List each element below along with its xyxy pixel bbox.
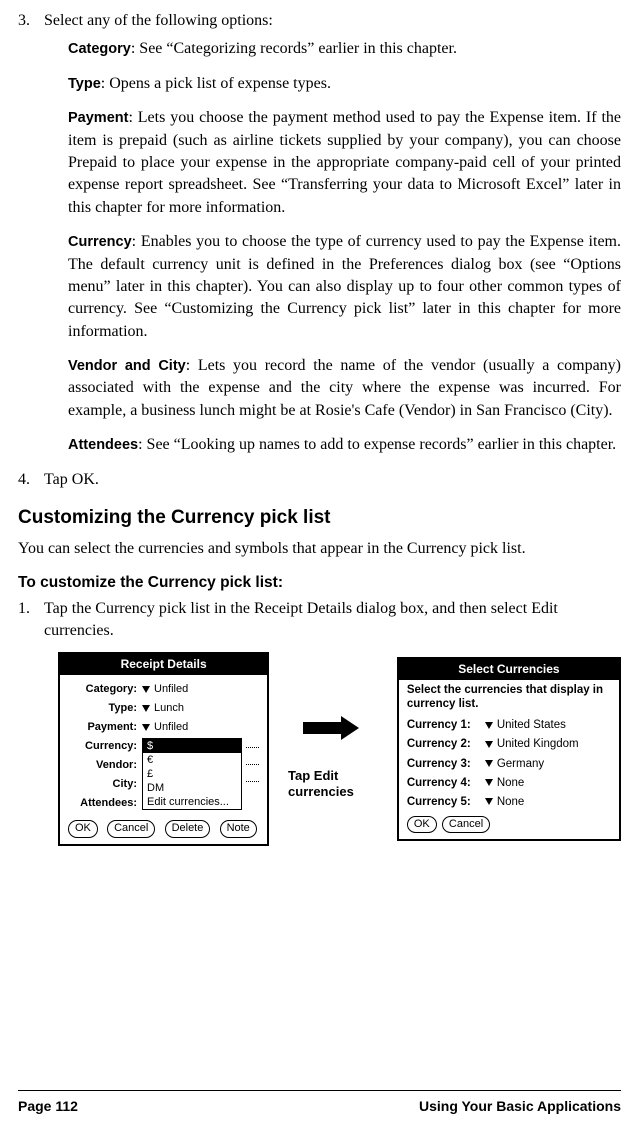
def-text: : Lets you choose the payment method use…	[68, 109, 621, 216]
picklist-item-edit[interactable]: Edit currencies...	[143, 795, 241, 809]
subsection-heading: To customize the Currency pick list:	[18, 572, 621, 594]
field-payment[interactable]: Payment: Unfiled	[68, 719, 259, 736]
dropdown-arrow-icon	[485, 722, 493, 729]
dropdown-arrow-icon	[485, 760, 493, 767]
def-vendor-city: Vendor and City: Lets you record the nam…	[68, 355, 621, 422]
value: Unfiled	[154, 720, 188, 735]
step-text: Tap OK.	[44, 469, 621, 491]
term: Attendees	[68, 437, 138, 453]
select-currencies-dialog: Select Currencies Select the currencies …	[397, 657, 621, 841]
cancel-button[interactable]: Cancel	[107, 820, 155, 837]
dropdown-arrow-icon	[485, 741, 493, 748]
receipt-details-dialog: Receipt Details Category: Unfiled Type: …	[58, 652, 269, 845]
section-intro: You can select the currencies and symbol…	[18, 538, 621, 560]
label: Currency:	[68, 739, 140, 754]
currency-row-2[interactable]: Currency 2: United Kingdom	[407, 736, 611, 752]
note-button[interactable]: Note	[220, 820, 257, 837]
label: Vendor:	[68, 758, 140, 773]
step-4: 4. Tap OK.	[18, 469, 621, 491]
value: United Kingdom	[497, 736, 579, 752]
def-attendees: Attendees: See “Looking up names to add …	[68, 434, 621, 456]
step-3: 3. Select any of the following options:	[18, 10, 621, 32]
field-vendor[interactable]: Vendor:	[68, 757, 140, 774]
label: Currency 3:	[407, 756, 483, 772]
page-number: Page 112	[18, 1097, 78, 1117]
label: Type:	[68, 701, 140, 716]
currency-row-3[interactable]: Currency 3: Germany	[407, 756, 611, 772]
dropdown-arrow-icon	[142, 705, 150, 712]
instructions: Select the currencies that display in cu…	[407, 684, 611, 712]
step-text: Select any of the following options:	[44, 10, 621, 32]
def-category: Category: See “Categorizing records” ear…	[68, 38, 621, 60]
term: Type	[68, 76, 101, 92]
cancel-button[interactable]: Cancel	[442, 816, 490, 833]
ok-button[interactable]: OK	[407, 816, 437, 833]
figure: Receipt Details Category: Unfiled Type: …	[58, 652, 621, 845]
field-currency[interactable]: Currency:	[68, 738, 140, 755]
def-currency: Currency: Enables you to choose the type…	[68, 231, 621, 343]
arrow-callout: Tap Edit currencies	[273, 698, 393, 799]
dotted-line	[246, 755, 259, 765]
value: None	[497, 775, 525, 791]
picklist-item[interactable]: DM	[143, 781, 241, 795]
term: Payment	[68, 110, 128, 126]
picklist-item[interactable]: $	[143, 739, 241, 753]
def-text: : See “Looking up names to add to expens…	[138, 436, 616, 453]
field-type[interactable]: Type: Lunch	[68, 700, 259, 717]
page-footer: Page 112 Using Your Basic Applications	[18, 1090, 621, 1117]
def-type: Type: Opens a pick list of expense types…	[68, 73, 621, 95]
field-attendees[interactable]: Attendees:	[68, 795, 140, 812]
step-number: 4.	[18, 469, 44, 491]
dropdown-arrow-icon	[142, 724, 150, 731]
step-1: 1. Tap the Currency pick list in the Rec…	[18, 598, 621, 643]
dialog-title: Receipt Details	[60, 654, 267, 675]
chapter-title: Using Your Basic Applications	[419, 1097, 621, 1117]
label: Payment:	[68, 720, 140, 735]
currency-row-4[interactable]: Currency 4: None	[407, 775, 611, 791]
def-payment: Payment: Lets you choose the payment met…	[68, 107, 621, 219]
picklist-item[interactable]: £	[143, 767, 241, 781]
term: Category	[68, 41, 131, 57]
dropdown-arrow-icon	[142, 686, 150, 693]
term: Vendor and City	[68, 358, 186, 374]
dotted-line	[246, 772, 259, 782]
section-heading: Customizing the Currency pick list	[18, 505, 621, 532]
dropdown-arrow-icon	[485, 798, 493, 805]
dialog-title: Select Currencies	[399, 659, 619, 680]
picklist-item[interactable]: €	[143, 753, 241, 767]
dropdown-arrow-icon	[485, 779, 493, 786]
label: Category:	[68, 682, 140, 697]
step-number: 1.	[18, 598, 44, 643]
step-number: 3.	[18, 10, 44, 32]
value: Germany	[497, 756, 544, 772]
ok-button[interactable]: OK	[68, 820, 98, 837]
label: Currency 2:	[407, 736, 483, 752]
field-city[interactable]: City:	[68, 776, 140, 793]
currency-row-5[interactable]: Currency 5: None	[407, 794, 611, 810]
def-text: : Enables you to choose the type of curr…	[68, 233, 621, 340]
delete-button[interactable]: Delete	[165, 820, 211, 837]
value: Unfiled	[154, 682, 188, 697]
label: Currency 1:	[407, 717, 483, 733]
callout-text: Tap Edit currencies	[288, 768, 378, 799]
value: United States	[497, 717, 566, 733]
step-text: Tap the Currency pick list in the Receip…	[44, 598, 621, 643]
value: None	[497, 794, 525, 810]
currency-row-1[interactable]: Currency 1: United States	[407, 717, 611, 733]
label: Currency 5:	[407, 794, 483, 810]
field-category[interactable]: Category: Unfiled	[68, 681, 259, 698]
def-text: : See “Categorizing records” earlier in …	[131, 40, 457, 57]
value: Lunch	[154, 701, 184, 716]
arrow-icon	[303, 718, 363, 738]
def-text: : Opens a pick list of expense types.	[101, 75, 331, 92]
dotted-line	[246, 738, 259, 748]
label: Attendees:	[68, 796, 140, 811]
label: City:	[68, 777, 140, 792]
label: Currency 4:	[407, 775, 483, 791]
term: Currency	[68, 234, 132, 250]
currency-picklist[interactable]: $ € £ DM Edit currencies...	[142, 738, 242, 810]
